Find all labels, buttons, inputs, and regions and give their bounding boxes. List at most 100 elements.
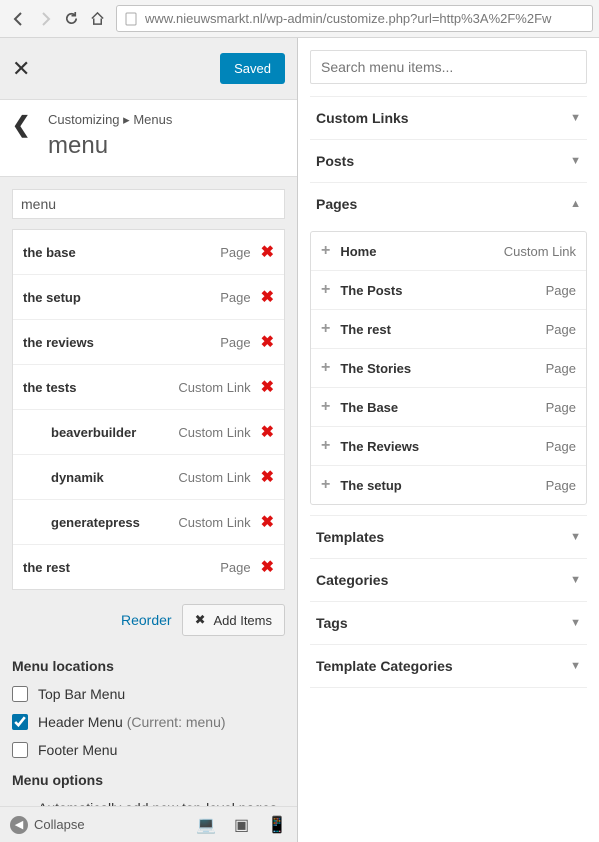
remove-icon[interactable]: ✖ xyxy=(261,242,274,262)
accordion-title: Templates xyxy=(316,529,384,545)
menu-location-label: Top Bar Menu xyxy=(38,686,125,702)
browser-toolbar: www.nieuwsmarkt.nl/wp-admin/customize.ph… xyxy=(0,0,599,38)
accordion-header[interactable]: Posts▼ xyxy=(310,140,587,182)
menu-item-label: the tests xyxy=(23,380,76,395)
accordion-header[interactable]: Pages ▲ xyxy=(310,183,587,225)
accordion-header[interactable]: Templates ▼ xyxy=(310,516,587,558)
menu-item-label: beaverbuilder xyxy=(51,425,136,440)
customizer-panel: ✕ Saved ❮ Customizing ▸ Menus menu the b… xyxy=(0,38,298,842)
browser-home-icon[interactable] xyxy=(84,6,110,32)
accordion-header[interactable]: Categories▼ xyxy=(310,559,587,601)
plus-icon: + xyxy=(321,398,330,416)
mobile-icon[interactable]: 📱 xyxy=(267,815,287,835)
menu-location-checkbox[interactable] xyxy=(12,686,28,702)
close-icon[interactable]: ✕ xyxy=(12,58,30,80)
chevron-down-icon: ▼ xyxy=(570,660,581,672)
accordion-title: Pages xyxy=(316,196,357,212)
remove-icon[interactable]: ✖ xyxy=(261,422,274,442)
url-text: www.nieuwsmarkt.nl/wp-admin/customize.ph… xyxy=(145,11,551,26)
menu-item-type: Custom Link xyxy=(178,515,250,530)
available-item-type: Page xyxy=(546,322,576,337)
menu-item-type: Page xyxy=(220,335,250,350)
available-item-type: Page xyxy=(546,478,576,493)
remove-icon[interactable]: ✖ xyxy=(261,467,274,487)
accordion-header[interactable]: Template Categories ▼ xyxy=(310,645,587,687)
reorder-link[interactable]: Reorder xyxy=(121,612,172,628)
menu-item[interactable]: the restPage✖ xyxy=(13,545,284,589)
accordion-section: Tags ▼ xyxy=(310,602,587,645)
menu-item[interactable]: dynamikCustom Link✖ xyxy=(13,455,284,500)
accordion-title: Categories xyxy=(316,572,388,588)
menu-items-list: the basePage✖the setupPage✖the reviewsPa… xyxy=(12,229,285,590)
add-items-label: Add Items xyxy=(213,613,272,628)
menu-location-checkbox[interactable] xyxy=(12,742,28,758)
menu-item[interactable]: beaverbuilder Custom Link ✖ xyxy=(13,410,284,455)
menu-location-row[interactable]: Header Menu (Current: menu) xyxy=(0,708,297,736)
menu-location-row[interactable]: Footer Menu xyxy=(0,736,297,764)
desktop-icon[interactable]: 💻 xyxy=(196,815,216,835)
available-item[interactable]: +HomeCustom Link xyxy=(311,232,586,271)
collapse-label: Collapse xyxy=(34,817,85,832)
available-item-type: Page xyxy=(546,283,576,298)
available-item[interactable]: +The setupPage xyxy=(311,466,586,504)
browser-forward-icon[interactable] xyxy=(32,6,58,32)
remove-icon[interactable]: ✖ xyxy=(261,512,274,532)
url-bar[interactable]: www.nieuwsmarkt.nl/wp-admin/customize.ph… xyxy=(116,5,593,32)
menu-item-type: Page xyxy=(220,560,250,575)
browser-back-icon[interactable] xyxy=(6,6,32,32)
chevron-down-icon: ▼ xyxy=(570,531,581,543)
menu-item[interactable]: generatepress Custom Link ✖ xyxy=(13,500,284,545)
menu-item[interactable]: the reviewsPage✖ xyxy=(13,320,284,365)
available-item-type: Custom Link xyxy=(504,244,576,259)
menu-item-label: the base xyxy=(23,245,76,260)
menu-item[interactable]: the basePage✖ xyxy=(13,230,284,275)
add-items-button[interactable]: ✖ Add Items xyxy=(182,604,285,636)
available-item-label: The Reviews xyxy=(340,439,419,454)
menu-item-label: generatepress xyxy=(51,515,140,530)
back-button[interactable]: ❮ xyxy=(12,112,48,138)
remove-icon[interactable]: ✖ xyxy=(261,332,274,352)
menu-item-type: Custom Link xyxy=(178,425,250,440)
available-item[interactable]: +The BasePage xyxy=(311,388,586,427)
accordion-section: Templates ▼ xyxy=(310,516,587,559)
search-input[interactable] xyxy=(310,50,587,84)
accordion-header[interactable]: Tags ▼ xyxy=(310,602,587,644)
available-item[interactable]: +The PostsPage xyxy=(311,271,586,310)
remove-icon[interactable]: ✖ xyxy=(261,287,274,307)
available-item[interactable]: +The StoriesPage xyxy=(311,349,586,388)
breadcrumb: Customizing ▸ Menus xyxy=(48,112,172,128)
collapse-button[interactable]: ◀ Collapse xyxy=(10,816,85,834)
menu-locations-heading: Menu locations xyxy=(0,650,297,680)
chevron-up-icon: ▲ xyxy=(570,198,581,210)
plus-icon: + xyxy=(321,320,330,338)
menu-location-current: (Current: menu) xyxy=(123,714,226,730)
available-item[interactable]: + The rest Page xyxy=(311,310,586,349)
remove-icon[interactable]: ✖ xyxy=(261,377,274,397)
remove-icon[interactable]: ✖ xyxy=(261,557,274,577)
available-item-type: Page xyxy=(546,361,576,376)
accordion-title: Tags xyxy=(316,615,348,631)
tablet-icon[interactable]: ▣ xyxy=(234,815,249,835)
accordion-title: Custom Links xyxy=(316,110,409,126)
menu-location-checkbox[interactable] xyxy=(12,714,28,730)
menu-item[interactable]: the tests Custom Link ✖ xyxy=(13,365,284,410)
menu-item[interactable]: the setup Page ✖ xyxy=(13,275,284,320)
browser-reload-icon[interactable] xyxy=(58,6,84,32)
available-item-label: Home xyxy=(340,244,376,259)
available-item-label: The rest xyxy=(340,322,391,337)
menu-item-label: the setup xyxy=(23,290,81,305)
accordion-section: Categories▼ xyxy=(310,559,587,602)
available-items-panel: Custom Links▼Posts▼Pages▲+HomeCustom Lin… xyxy=(298,38,599,842)
menu-location-row[interactable]: Top Bar Menu xyxy=(0,680,297,708)
auto-add-row[interactable]: Automatically add new top-level pages to… xyxy=(0,794,297,806)
menu-item-type: Page xyxy=(220,290,250,305)
menu-location-label: Footer Menu xyxy=(38,742,117,758)
chevron-down-icon: ▼ xyxy=(570,617,581,629)
menu-name-input[interactable] xyxy=(12,189,285,219)
page-title: menu xyxy=(48,132,172,160)
available-item[interactable]: +The ReviewsPage xyxy=(311,427,586,466)
menu-item-type: Custom Link xyxy=(178,380,250,395)
accordion-title: Template Categories xyxy=(316,658,453,674)
accordion-header[interactable]: Custom Links▼ xyxy=(310,97,587,139)
accordion-section: Template Categories ▼ xyxy=(310,645,587,688)
